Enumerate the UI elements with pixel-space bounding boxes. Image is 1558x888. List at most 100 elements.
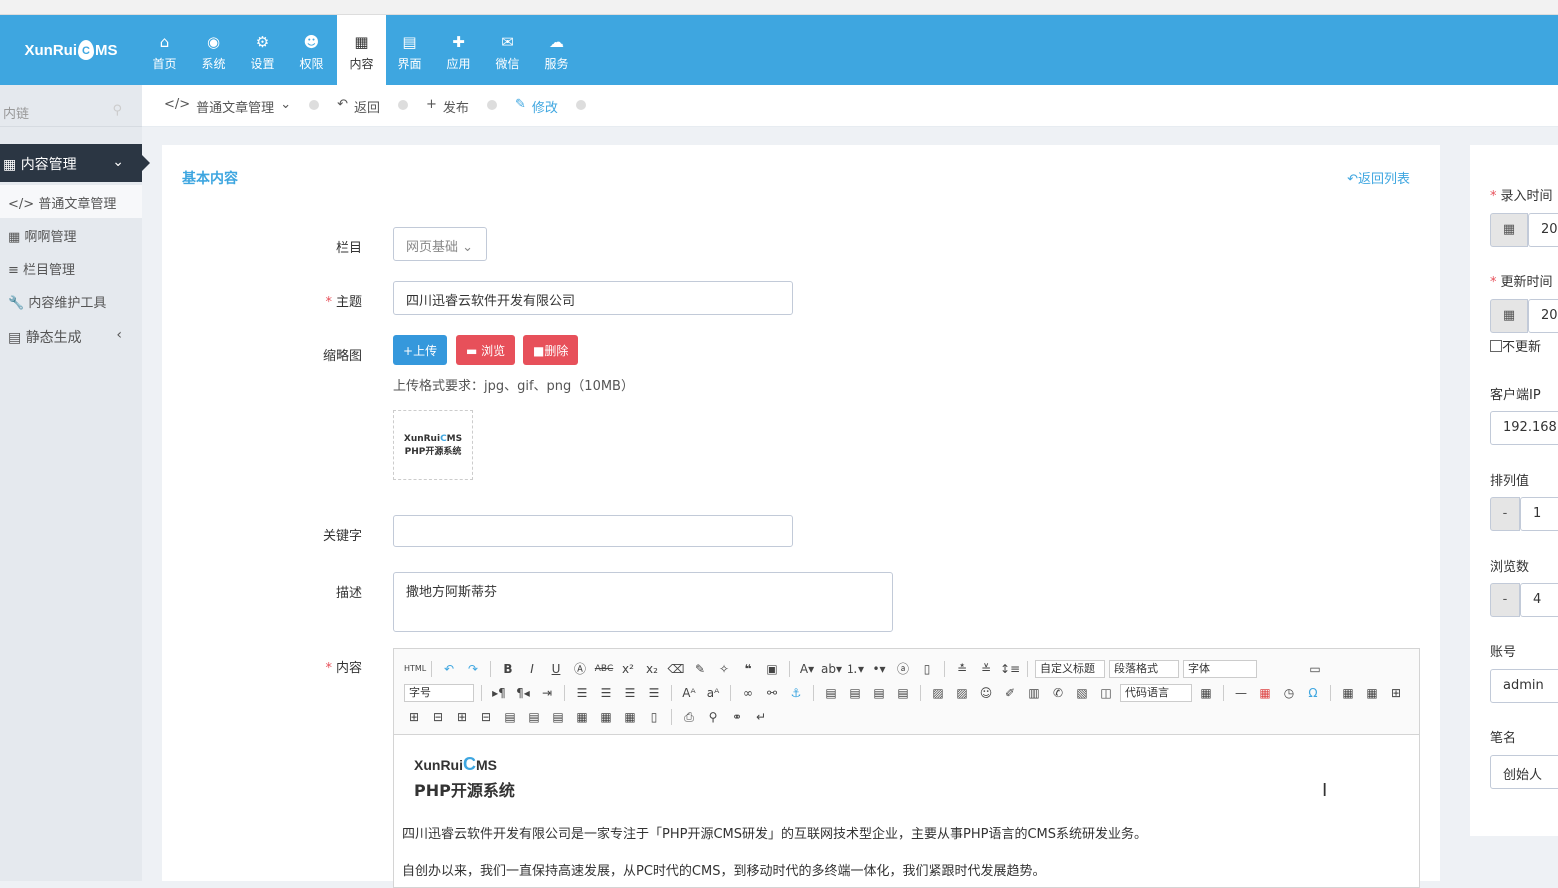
map-icon[interactable]: ▧ (1072, 684, 1092, 702)
calendar-icon[interactable]: ▦ (1490, 299, 1528, 333)
sidebar-item-articles[interactable]: </> 普通文章管理 (0, 185, 142, 218)
horizontal-rule-icon[interactable]: — (1231, 684, 1251, 702)
nav-permissions[interactable]: ☻ 权限 (287, 15, 336, 85)
ltr-icon[interactable]: ▸¶ (489, 684, 509, 702)
thumbnail-preview[interactable]: XunRuiCMS PHP开源系统 (393, 410, 473, 480)
split-rows-icon[interactable]: ▦ (596, 708, 616, 726)
insert-image-icon[interactable]: ▨ (952, 684, 972, 702)
merge-down-icon[interactable]: ▤ (548, 708, 568, 726)
autotypeset-icon[interactable]: ✧ (714, 660, 734, 678)
upload-button[interactable]: +上传 (393, 335, 448, 365)
ordered-list-icon[interactable]: ⒈▾ (845, 660, 865, 678)
delete-col-icon[interactable]: ⊟ (476, 708, 496, 726)
time-icon[interactable]: ◷ (1279, 684, 1299, 702)
entry-time-input[interactable]: 20 (1528, 213, 1558, 247)
title-input[interactable]: 四川迅睿云软件开发有限公司 (393, 281, 793, 315)
align-right-icon[interactable]: ☰ (620, 684, 640, 702)
eraser-icon[interactable]: ⌫ (666, 660, 686, 678)
rtl-icon[interactable]: ¶◂ (513, 684, 533, 702)
insert-paragraph-before-table-icon[interactable]: ⊞ (1386, 684, 1406, 702)
bold-icon[interactable]: B (498, 660, 518, 678)
no-update-checkbox[interactable]: 不更新 (1490, 336, 1541, 355)
sidebar-item-categories[interactable]: ≡ 栏目管理 (0, 251, 142, 284)
select-all-icon[interactable]: ⓐ (893, 660, 913, 678)
keywords-input[interactable] (393, 515, 793, 547)
insert-table-icon[interactable]: ▦ (1338, 684, 1358, 702)
preview-icon[interactable]: ⚲ (703, 708, 723, 726)
breadcrumb-back[interactable]: 返回 (354, 97, 380, 116)
page-break-icon[interactable]: ▦ (1196, 684, 1216, 702)
sidebar-search-input[interactable]: 内链 ⚲ (0, 95, 142, 127)
anchor-icon[interactable]: ⚓ (786, 684, 806, 702)
html-source-icon[interactable]: HTML (404, 660, 426, 678)
border-icon[interactable]: Ⓐ (570, 660, 590, 678)
simple-upload-icon[interactable]: ▨ (928, 684, 948, 702)
drafts-icon[interactable]: ↵ (751, 708, 771, 726)
unlink-icon[interactable]: ⚯ (762, 684, 782, 702)
italic-icon[interactable]: I (522, 660, 542, 678)
code-language-select[interactable]: 代码语言 (1120, 684, 1192, 702)
nav-wechat[interactable]: ✉ 微信 (483, 15, 532, 85)
image-none-icon[interactable]: ▤ (821, 684, 841, 702)
sidebar-item-tools[interactable]: 🔧 内容维护工具 (0, 284, 142, 317)
delete-table-icon[interactable]: ▦ (1362, 684, 1382, 702)
breadcrumb-publish[interactable]: 发布 (443, 97, 469, 116)
logo[interactable]: XunRui C MS (0, 15, 142, 85)
delete-button[interactable]: ■删除 (523, 335, 579, 365)
search-icon[interactable]: ⚲ (112, 103, 122, 118)
order-minus-button[interactable]: - (1490, 497, 1520, 531)
date-icon[interactable]: ▦ (1255, 684, 1275, 702)
font-color-icon[interactable]: A▾ (797, 660, 817, 678)
font-size-select[interactable]: 字号 (404, 684, 474, 702)
row-spacing-bottom-icon[interactable]: ≚ (976, 660, 996, 678)
nav-settings[interactable]: ⚙ 设置 (238, 15, 287, 85)
redo-icon[interactable]: ↷ (463, 660, 483, 678)
image-center-icon[interactable]: ▤ (893, 684, 913, 702)
order-input[interactable]: 1 (1520, 497, 1558, 531)
search-replace-icon[interactable]: ⚭ (727, 708, 747, 726)
line-height-icon[interactable]: ↕≡ (1000, 660, 1020, 678)
image-left-icon[interactable]: ▤ (845, 684, 865, 702)
insert-col-icon[interactable]: ⊞ (452, 708, 472, 726)
browse-button[interactable]: ▬ 浏览 (456, 335, 516, 365)
strikethrough-icon[interactable]: ABC (594, 660, 614, 678)
insert-row-icon[interactable]: ⊞ (404, 708, 424, 726)
special-chars-icon[interactable]: Ω (1303, 684, 1323, 702)
row-spacing-top-icon[interactable]: ≛ (952, 660, 972, 678)
sidebar-item-static[interactable]: ▤ 静态生成 ‹ (0, 319, 142, 352)
nav-services[interactable]: ☁ 服务 (532, 15, 581, 85)
print-icon[interactable]: ⎙ (679, 708, 699, 726)
client-ip-input[interactable]: 192.168. (1490, 411, 1558, 445)
breadcrumb-edit[interactable]: 修改 (532, 97, 558, 116)
font-family-select[interactable]: 字体 (1183, 660, 1257, 678)
align-justify-icon[interactable]: ☰ (644, 684, 664, 702)
paragraph-format-select[interactable]: 段落格式 (1109, 660, 1179, 678)
back-list-link[interactable]: ↶返回列表 (1347, 168, 1410, 187)
breadcrumb-module[interactable]: 普通文章管理 (196, 97, 274, 116)
underline-icon[interactable]: U (546, 660, 566, 678)
emotion-icon[interactable]: ☺ (976, 684, 996, 702)
nav-apps[interactable]: ✚ 应用 (434, 15, 483, 85)
insert-frame-icon[interactable]: ◫ (1096, 684, 1116, 702)
blockquote-icon[interactable]: ❝ (738, 660, 758, 678)
paste-text-icon[interactable]: ▣ (762, 660, 782, 678)
nav-interface[interactable]: ▤ 界面 (385, 15, 434, 85)
account-input[interactable]: admin (1490, 669, 1558, 703)
checkbox-icon[interactable] (1490, 340, 1502, 352)
category-select[interactable]: 网页基础 ⌄ (393, 227, 487, 261)
delete-row-icon[interactable]: ⊟ (428, 708, 448, 726)
views-input[interactable]: 4 (1520, 583, 1558, 617)
editor-content[interactable]: XunRuiCMS PHP开源系统 四川迅睿云软件开发有限公司是一家专注于「PH… (394, 736, 1419, 886)
scrawl-icon[interactable]: ✐ (1000, 684, 1020, 702)
attachment-icon[interactable]: ✆ (1048, 684, 1068, 702)
sidebar-menu-content[interactable]: ▦ 内容管理 ⌄ (0, 144, 150, 182)
custom-title-select[interactable]: 自定义标题 (1035, 660, 1105, 678)
sidebar-item-aa[interactable]: ▦ 啊啊管理 (0, 218, 142, 251)
rich-text-editor[interactable]: HTML ↶ ↷ B I U Ⓐ ABC x² x₂ ⌫ ✎ ✧ ❝ ▣ A▾ ab▾ ⒈▾ •▾ ⓐ ▯ ≛ ≚ ↕… (393, 648, 1420, 888)
superscript-icon[interactable]: x² (618, 660, 638, 678)
subscript-icon[interactable]: x₂ (642, 660, 662, 678)
chart-icon[interactable]: ▯ (644, 708, 664, 726)
image-right-icon[interactable]: ▤ (869, 684, 889, 702)
to-lowercase-icon[interactable]: aᴬ (703, 684, 723, 702)
split-cols-icon[interactable]: ▦ (620, 708, 640, 726)
